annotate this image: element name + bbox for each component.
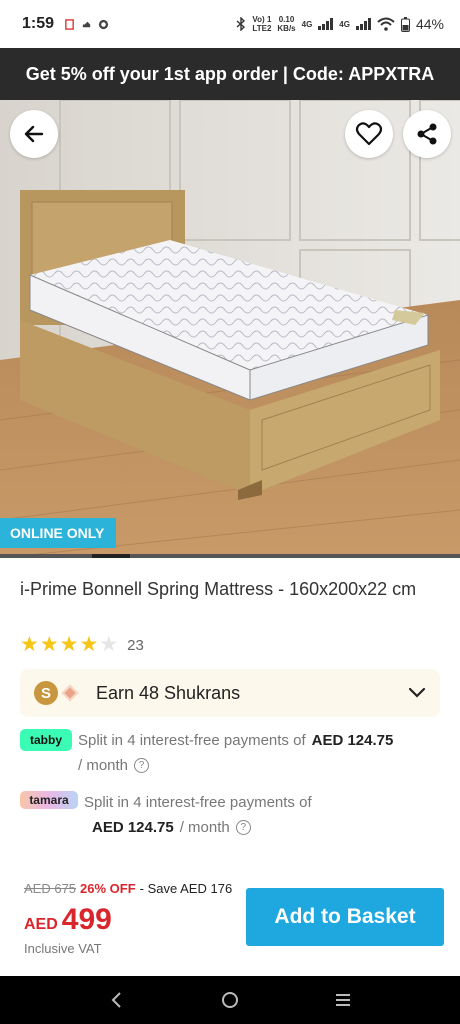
star-icon: ★ <box>59 633 79 656</box>
volte-bottom: LTE2 <box>252 24 272 33</box>
promo-banner[interactable]: Get 5% off your 1st app order | Code: AP… <box>0 48 460 100</box>
vat-note: Inclusive VAT <box>24 941 102 956</box>
status-right-icons: Vo) 1 LTE2 0.10 KB/s 4G 4G 44% <box>236 15 444 33</box>
tabby-text: Split in 4 interest-free payments of <box>78 732 306 749</box>
sim1-network: 4G <box>302 20 313 29</box>
nav-recents-icon[interactable] <box>333 990 353 1010</box>
speed-value: 0.10 <box>278 15 295 24</box>
product-title: i-Prime Bonnell Spring Mattress - 160x20… <box>20 579 417 599</box>
battery-percent: 44% <box>415 16 444 32</box>
notification-cloud-icon <box>82 21 91 27</box>
tabby-suffix: / month <box>78 757 129 774</box>
discount-badge: 26% OFF <box>80 881 136 896</box>
tamara-info-icon[interactable]: ? <box>235 820 251 835</box>
sim2-network-label: 4G <box>339 19 350 29</box>
tamara-suffix: / month <box>179 819 230 836</box>
notification-whatsapp-icon <box>98 19 109 29</box>
volte-top: Vo) 1 <box>252 15 272 24</box>
status-time: 1:59 <box>22 15 55 32</box>
product-image <box>0 100 460 558</box>
status-bar: 1:59 Vo) 1 LTE2 0.10 KB/s 4G 4G 44% <box>0 0 460 48</box>
sim1-network-label: 4G <box>301 19 313 29</box>
tamara-logo-text: tamara <box>29 793 69 807</box>
product-rating[interactable]: ★ ★ ★ ★ ★ 23 <box>20 634 144 656</box>
tamara-logo: tamara <box>20 791 78 809</box>
signal-1-icon <box>318 18 334 30</box>
heart-icon <box>355 122 383 146</box>
star-icon: ★ <box>79 633 99 656</box>
sim2-network: 4G <box>339 20 350 29</box>
online-only-label: ONLINE ONLY <box>10 525 105 541</box>
star-icon: ★ <box>20 633 39 656</box>
shukran-diamond-icon <box>61 684 79 702</box>
shukran-coin-icon: S <box>34 681 58 705</box>
save-amount: - Save AED 176 <box>139 881 233 896</box>
notification-app-icon <box>65 18 74 30</box>
image-progress-track <box>0 554 460 558</box>
price-meta: AED 675 26% OFF - Save AED 176 <box>24 881 232 896</box>
speed-unit: KB/s <box>277 24 296 33</box>
tabby-info-icon[interactable]: ? <box>134 758 150 773</box>
volte-indicator: Vo) 1 LTE2 <box>252 15 271 33</box>
shukran-text: Earn 48 Shukrans <box>96 682 241 703</box>
share-icon <box>417 123 437 145</box>
star-empty-icon: ★ <box>99 633 119 656</box>
price-currency: AED <box>24 916 58 933</box>
tabby-installment-suffix: / month ? <box>78 757 150 774</box>
status-notification-icons <box>64 18 109 30</box>
chevron-down-icon[interactable] <box>408 687 426 699</box>
back-button[interactable] <box>10 110 58 158</box>
tabby-installment-text: Split in 4 interest-free payments of AED … <box>78 732 393 749</box>
tabby-logo: tabby <box>20 729 72 751</box>
wishlist-button[interactable] <box>345 110 393 158</box>
price-amount: 499 <box>61 903 112 936</box>
add-to-basket-button[interactable]: Add to Basket <box>246 888 444 946</box>
signal-2-icon <box>355 18 371 30</box>
wifi-icon <box>377 17 395 31</box>
tabby-logo-text: tabby <box>29 733 62 747</box>
tamara-installment-text: Split in 4 interest-free payments of <box>84 794 312 811</box>
promo-text: Get 5% off your 1st app order | Code: AP… <box>25 63 435 84</box>
image-progress-indicator <box>92 554 130 558</box>
online-only-badge: ONLINE ONLY <box>0 518 117 548</box>
shukran-panel[interactable]: S Earn 48 Shukrans <box>20 669 440 717</box>
battery-icon <box>400 16 410 32</box>
system-nav-bar <box>0 976 460 1024</box>
speed-indicator: 0.10 KB/s <box>277 15 295 33</box>
product-image-carousel[interactable]: ONLINE ONLY <box>0 100 460 558</box>
arrow-left-icon <box>24 125 44 143</box>
rating-count: 23 <box>127 636 144 654</box>
nav-home-icon[interactable] <box>220 990 240 1010</box>
tamara-amount: AED 124.75 <box>92 819 174 836</box>
bluetooth-icon <box>236 17 246 31</box>
tabby-amount: AED 124.75 <box>311 732 394 749</box>
tamara-installment-amount: AED 124.75 / month ? <box>92 819 251 836</box>
star-icon: ★ <box>39 633 59 656</box>
nav-back-icon[interactable] <box>107 990 127 1010</box>
current-price: AED 499 <box>24 903 112 937</box>
share-button[interactable] <box>403 110 451 158</box>
old-price: AED 675 <box>24 881 77 896</box>
